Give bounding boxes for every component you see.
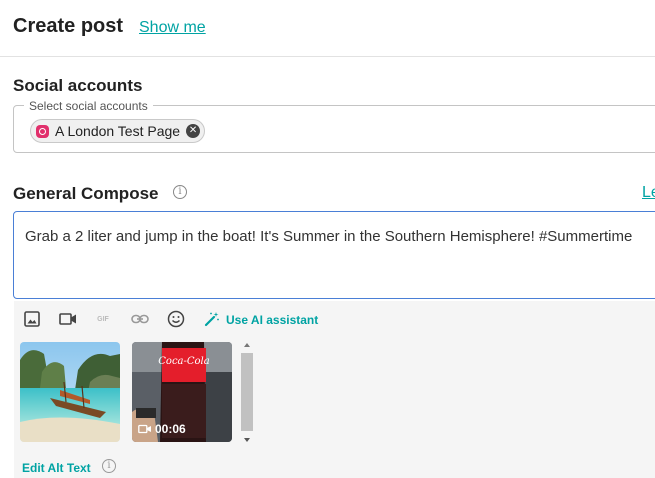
learn-more-link[interactable]: Le [642, 184, 655, 202]
image-icon[interactable] [22, 309, 42, 329]
instagram-icon [36, 124, 49, 138]
info-icon[interactable]: i [173, 185, 187, 199]
video-icon[interactable] [58, 309, 78, 329]
alt-text-info-icon[interactable]: i [102, 459, 116, 473]
ai-assistant-button[interactable]: Use AI assistant [226, 313, 318, 327]
social-accounts-select[interactable]: Select social accounts A London Test Pag… [13, 99, 655, 153]
media-scrollbar[interactable] [240, 340, 254, 445]
social-accounts-title: Social accounts [13, 76, 143, 95]
social-accounts-legend: Select social accounts [24, 99, 153, 113]
scroll-thumb[interactable] [241, 353, 253, 431]
video-duration: 00:06 [155, 422, 186, 436]
media-attachments: Coca-Cola 00:06 Edit Alt Text i [14, 337, 655, 478]
media-thumbnail-image[interactable] [20, 342, 120, 442]
account-chip[interactable]: A London Test Page ✕ [30, 119, 206, 143]
scroll-down-icon[interactable] [240, 435, 254, 445]
video-duration-badge: 00:06 [138, 422, 186, 436]
edit-alt-text-button[interactable]: Edit Alt Text [22, 461, 91, 475]
link-icon[interactable] [130, 309, 150, 329]
emoji-icon[interactable] [166, 309, 186, 329]
media-thumbnail-video[interactable]: Coca-Cola 00:06 [132, 342, 232, 442]
gif-icon[interactable]: GIF [93, 309, 113, 329]
account-chip-label: A London Test Page [55, 123, 181, 139]
page-title: Create post [13, 15, 124, 37]
page-header: Create post Show me [0, 0, 655, 57]
compose-textarea[interactable]: Grab a 2 liter and jump in the boat! It'… [13, 211, 655, 299]
magic-wand-icon[interactable] [202, 309, 222, 329]
compose-toolbar: GIF Use AI assistant [14, 301, 655, 337]
show-me-link[interactable]: Show me [139, 19, 206, 37]
bottle-brand-label: Coca-Cola [158, 356, 209, 367]
general-compose-title: General Compose [13, 184, 159, 203]
compose-text: Grab a 2 liter and jump in the boat! It'… [25, 228, 633, 245]
video-icon [138, 424, 151, 434]
beach-photo [20, 342, 120, 442]
scroll-up-icon[interactable] [240, 340, 254, 350]
remove-chip-icon[interactable]: ✕ [186, 124, 201, 138]
